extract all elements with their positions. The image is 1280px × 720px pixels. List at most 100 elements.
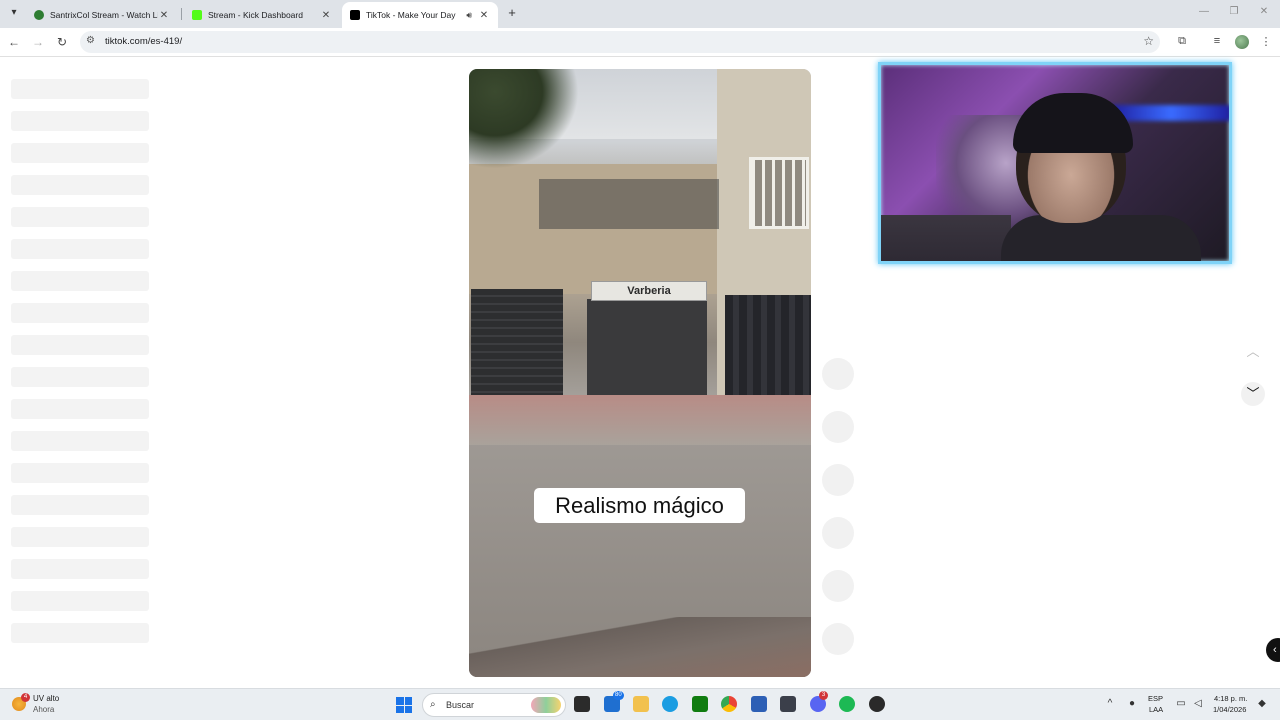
- sidebar-skeleton-item: [11, 143, 149, 163]
- clock-date[interactable]: 1/04/2026: [1213, 705, 1246, 714]
- side-panel-button[interactable]: ‹: [1266, 638, 1280, 662]
- tab-title: SantrixCol Stream - Watch Live: [50, 10, 158, 20]
- weather-subtitle[interactable]: Ahora: [33, 705, 54, 714]
- tab-tiktok[interactable]: TikTok - Make Your Day 🔊︎ ✕: [342, 2, 498, 28]
- webcam-person-hair: [1013, 93, 1133, 153]
- taskbar-search[interactable]: ⌕ Buscar: [422, 693, 566, 717]
- sidebar-skeleton-item: [11, 399, 149, 419]
- microphone-icon[interactable]: ●: [1126, 698, 1138, 709]
- sidebar-skeleton-item: [11, 591, 149, 611]
- sidebar-skeleton-item: [11, 431, 149, 451]
- video-shop-sign: Varberia: [591, 281, 707, 301]
- minimize-icon[interactable]: —: [1194, 6, 1214, 17]
- keyboard-layout-indicator[interactable]: LAA: [1149, 705, 1163, 714]
- chrome-icon[interactable]: [721, 696, 737, 712]
- search-icon: ⌕: [430, 699, 436, 710]
- app-icon[interactable]: [780, 696, 796, 712]
- sidebar-skeleton-item: [11, 207, 149, 227]
- task-view-icon[interactable]: [574, 696, 590, 712]
- xbox-icon[interactable]: [692, 696, 708, 712]
- sidebar-skeleton-item: [11, 367, 149, 387]
- extensions-icon[interactable]: ⧉: [1175, 35, 1189, 48]
- video-garage-door: [471, 289, 563, 395]
- obs-icon[interactable]: [869, 696, 885, 712]
- profile-avatar[interactable]: [1235, 35, 1249, 49]
- video-tree: [469, 69, 579, 169]
- santrixcol-favicon-icon: [34, 10, 44, 20]
- webcam-person-body: [1001, 215, 1201, 261]
- video-window: [749, 157, 809, 229]
- chevron-up-icon[interactable]: ^: [1104, 698, 1116, 709]
- sidebar-skeleton-item: [11, 623, 149, 643]
- sidebar-skeleton-item: [11, 335, 149, 355]
- comment-button[interactable]: [822, 411, 854, 443]
- url-text[interactable]: tiktok.com/es-419/: [105, 36, 182, 47]
- video-sidewalk: [469, 395, 811, 445]
- weather-title[interactable]: UV alto: [33, 694, 59, 703]
- clock-time[interactable]: 4:18 p. m.: [1214, 694, 1247, 703]
- webcam-overlay: [878, 62, 1232, 264]
- tab-title: Stream - Kick Dashboard: [208, 10, 303, 20]
- browser-tab-strip: ▾ SantrixCol Stream - Watch Live ✕ Strea…: [0, 0, 1280, 28]
- edge-icon[interactable]: [662, 696, 678, 712]
- discord-badge: 3: [819, 691, 828, 700]
- tab-title: TikTok - Make Your Day: [366, 10, 456, 20]
- chevron-down-icon[interactable]: ﹀: [1241, 382, 1265, 406]
- tiktok-favicon-icon: [350, 10, 360, 20]
- sidebar-skeleton-item: [11, 495, 149, 515]
- notifications-icon[interactable]: ◆: [1256, 698, 1268, 709]
- network-icon[interactable]: ▭: [1175, 698, 1187, 709]
- close-tab-icon[interactable]: ✕: [320, 10, 332, 21]
- windows-taskbar: 4 UV alto Ahora ⌕ Buscar 80 3 ^ ● ESP LA…: [0, 688, 1280, 720]
- sidebar-skeleton-item: [11, 79, 149, 99]
- audio-playing-icon[interactable]: 🔊︎: [466, 10, 472, 21]
- action-button[interactable]: [822, 570, 854, 602]
- site-info-icon[interactable]: ⚙: [86, 35, 95, 46]
- reload-icon[interactable]: ↻: [54, 34, 70, 50]
- new-tab-button[interactable]: +: [504, 5, 520, 21]
- sidebar-skeleton-item: [11, 559, 149, 579]
- search-highlight-icon: [531, 697, 561, 713]
- sidebar-skeleton-item: [11, 527, 149, 547]
- tab-santrixcol[interactable]: SantrixCol Stream - Watch Live ✕: [26, 2, 178, 28]
- volume-icon[interactable]: ◁: [1192, 698, 1204, 709]
- tab-separator: [181, 8, 182, 20]
- store-badge: 80: [613, 691, 624, 700]
- bookmark-button[interactable]: [822, 464, 854, 496]
- restore-icon[interactable]: ❐: [1224, 6, 1244, 17]
- address-bar[interactable]: ⚙ tiktok.com/es-419/ ☆: [80, 31, 1160, 53]
- close-tab-icon[interactable]: ✕: [158, 10, 170, 21]
- calculator-icon[interactable]: [751, 696, 767, 712]
- sidebar-skeleton-item: [11, 175, 149, 195]
- share-button[interactable]: [822, 517, 854, 549]
- video-player[interactable]: Varberia Realismo mágico: [469, 69, 811, 677]
- sound-button[interactable]: [822, 623, 854, 655]
- media-controls-icon[interactable]: ≡: [1210, 35, 1224, 47]
- close-tab-icon[interactable]: ✕: [478, 10, 490, 21]
- forward-arrow-icon[interactable]: →: [30, 34, 46, 50]
- webcam-desk: [881, 215, 1011, 261]
- spotify-icon[interactable]: [839, 696, 855, 712]
- file-explorer-icon[interactable]: [633, 696, 649, 712]
- sidebar-skeleton-item: [11, 463, 149, 483]
- windows-start-icon[interactable]: [396, 697, 412, 713]
- sidebar-skeleton-item: [11, 271, 149, 291]
- sidebar-skeleton-item: [11, 303, 149, 323]
- video-curb: [469, 617, 811, 677]
- like-button[interactable]: [822, 358, 854, 390]
- video-shop-entrance: [587, 299, 707, 399]
- video-caption: Realismo mágico: [534, 488, 745, 523]
- menu-kebab-icon[interactable]: ⋮: [1259, 35, 1273, 48]
- star-icon[interactable]: ☆: [1143, 34, 1154, 48]
- close-window-icon[interactable]: ✕: [1254, 6, 1274, 17]
- video-canopy: [539, 179, 719, 229]
- tab-search-icon[interactable]: ▾: [6, 5, 22, 21]
- back-arrow-icon[interactable]: ←: [6, 34, 22, 50]
- sidebar-skeleton-item: [11, 111, 149, 131]
- tab-kick-dashboard[interactable]: Stream - Kick Dashboard ✕: [184, 2, 340, 28]
- kick-favicon-icon: [192, 10, 202, 20]
- webcam-led-light: [1111, 105, 1229, 121]
- language-indicator[interactable]: ESP: [1148, 694, 1163, 703]
- chevron-up-icon[interactable]: ︿: [1241, 340, 1265, 364]
- search-placeholder: Buscar: [446, 700, 475, 710]
